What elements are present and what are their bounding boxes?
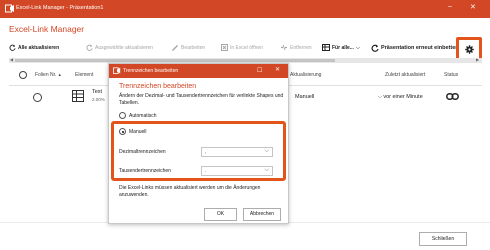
app-icon (113, 67, 121, 74)
dialog-description: Ändern der Dezimal- und Tausendertrennze… (119, 93, 284, 106)
edit-button[interactable]: Bearbeiten (171, 44, 205, 51)
excel-link-manager-window: Excel-Link Manager - Präsentation1 – ✕ E… (0, 0, 490, 250)
scroll-right-icon[interactable]: ▶ (476, 57, 479, 62)
refresh-icon (9, 44, 16, 51)
highlight-frame (111, 121, 286, 181)
scrollbar-thumb[interactable] (15, 59, 335, 62)
cancel-button[interactable]: Abbrechen (243, 208, 281, 221)
unlink-icon (281, 44, 287, 51)
row-element-sub: 2.00% (92, 97, 105, 102)
row-select-radio[interactable] (33, 93, 42, 102)
column-status[interactable]: Status (444, 72, 458, 78)
row-update: Manuell (295, 94, 315, 100)
title-bar: Excel-Link Manager - Präsentation1 – ✕ (0, 0, 490, 18)
toolbar: Alle aktualisieren Ausgewählte aktualisi… (0, 40, 490, 58)
update-selected-button[interactable]: Ausgewählte aktualisieren (86, 44, 153, 51)
radio-automatic[interactable] (119, 112, 126, 119)
close-window-button[interactable]: ✕ (470, 3, 476, 11)
remove-label: Entfernen (290, 44, 312, 51)
update-all-button[interactable]: Alle aktualisieren (9, 44, 59, 51)
minimize-button[interactable]: – (448, 3, 452, 10)
edit-label: Bearbeiten (181, 44, 206, 51)
chevron-down-icon[interactable]: ⌵ (378, 94, 382, 100)
remove-button[interactable]: Entfernen (280, 44, 312, 51)
for-all-dropdown[interactable]: Für alle... ⌵ (322, 44, 360, 51)
row-last-updated-label: vor einer Minute (383, 94, 423, 100)
app-icon (5, 4, 14, 13)
dialog-close-button[interactable]: ✕ (275, 66, 280, 73)
table-icon (72, 90, 84, 102)
refresh-icon (371, 44, 379, 52)
chevron-down-icon: ⌵ (355, 44, 360, 51)
link-icon (446, 93, 459, 100)
sort-up-icon: ▲ (57, 72, 62, 77)
column-update[interactable]: Aktualisierung (290, 72, 321, 78)
column-slide-number-label: Folien Nr. (35, 72, 57, 78)
pencil-icon (172, 45, 178, 51)
table-icon (322, 44, 330, 51)
open-in-excel-button[interactable]: In Excel öffnen (221, 44, 263, 51)
select-all-radio[interactable] (19, 71, 27, 79)
update-selected-label: Ausgewählte aktualisieren (95, 44, 154, 51)
dialog-maximize-button[interactable]: ☐ (257, 67, 262, 74)
for-all-label: Für alle... (332, 44, 354, 51)
row-last-updated: ⌵ vor einer Minute (378, 94, 423, 100)
excel-icon (221, 44, 228, 51)
dialog-title: Trennzeichen bearbeiten (123, 68, 179, 74)
close-button[interactable]: Schließen (419, 232, 467, 246)
dialog-heading: Trennzeichen bearbeiten (119, 83, 197, 90)
column-slide-number[interactable]: Folien Nr. ▲ (35, 72, 62, 78)
page-title: Excel-Link Manager (9, 24, 85, 34)
column-last-updated[interactable]: Zuletzt aktualisiert (385, 72, 425, 78)
window-title: Excel-Link Manager - Präsentation1 (16, 5, 104, 11)
open-in-excel-label: In Excel öffnen (230, 44, 263, 51)
reembed-label: Präsentation erneut einbetten (381, 45, 459, 51)
column-element[interactable]: Element (75, 72, 93, 78)
update-all-label: Alle aktualisieren (18, 44, 60, 51)
dialog-note: Die Excel-Links müssen aktualisiert werd… (119, 185, 261, 198)
scroll-left-icon[interactable]: ◀ (10, 57, 13, 62)
dialog-title-bar: Trennzeichen bearbeiten ☐ ✕ (109, 64, 288, 78)
refresh-icon (86, 44, 93, 51)
reembed-presentation-button[interactable]: Präsentation erneut einbetten (371, 44, 459, 52)
gear-icon (465, 45, 474, 54)
radio-automatic-label: Automatisch (129, 113, 157, 119)
row-element-text: Text (92, 89, 103, 95)
ok-button[interactable]: OK (204, 208, 237, 221)
